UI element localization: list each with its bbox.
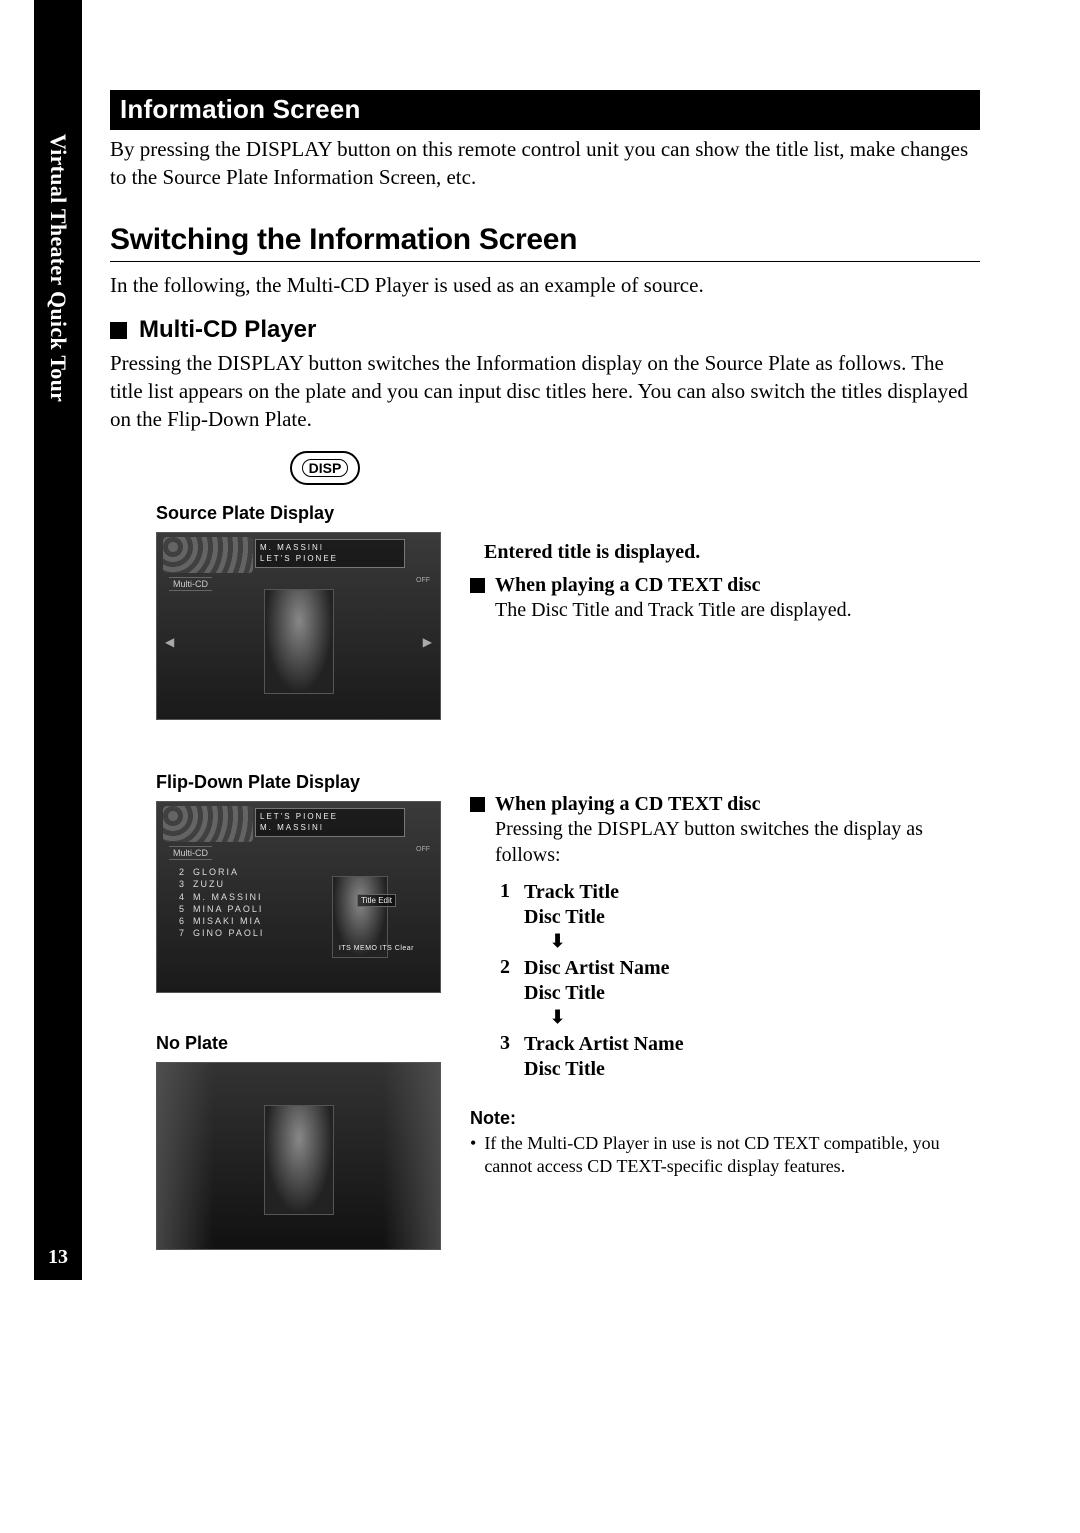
osd-line: M. MASSINI bbox=[260, 823, 400, 833]
banner-heading: Information Screen bbox=[110, 90, 980, 130]
entered-title-label: Entered title is displayed. bbox=[484, 541, 980, 564]
page-number: 13 bbox=[34, 1236, 82, 1278]
section-rule bbox=[110, 261, 980, 262]
sequence-item: 1Track TitleDisc Title bbox=[494, 880, 980, 930]
disp-label: DISP bbox=[302, 459, 349, 477]
sub-paragraph: Pressing the DISPLAY button switches the… bbox=[110, 350, 980, 433]
left-arrow-icon: ◀ bbox=[165, 635, 174, 649]
cd-text-block: When playing a CD TEXT disc The Disc Tit… bbox=[470, 574, 980, 623]
osd-line: M. MASSINI bbox=[260, 543, 400, 553]
osd-source-label: Multi-CD bbox=[169, 577, 212, 591]
list-item: 3ZUZU bbox=[179, 878, 264, 890]
right-column: Entered title is displayed. When playing… bbox=[470, 503, 980, 1250]
note-heading: Note: bbox=[470, 1108, 980, 1129]
left-column: Source Plate Display M. MASSINI LET'S PI… bbox=[110, 503, 420, 1250]
osd-artwork bbox=[264, 1105, 334, 1215]
bullet-icon: • bbox=[470, 1132, 476, 1178]
down-arrow-icon: ⬇ bbox=[550, 1008, 980, 1028]
list-item: 5MINA PAOLI bbox=[179, 903, 264, 915]
osd-title-box: LET'S PIONEE M. MASSINI bbox=[255, 808, 405, 837]
caption-flip: Flip-Down Plate Display bbox=[156, 772, 420, 793]
disp-button-icon: DISP bbox=[290, 451, 360, 485]
cd-text-block-2: When playing a CD TEXT disc Pressing the… bbox=[470, 793, 980, 868]
osd-artwork bbox=[264, 589, 334, 694]
screenshot-source-plate: M. MASSINI LET'S PIONEE Multi-CD OFF ◀ ▶ bbox=[156, 532, 441, 720]
side-tab: Virtual Theater Quick Tour bbox=[34, 0, 82, 1280]
square-bullet-icon bbox=[470, 578, 485, 593]
note-body: If the Multi-CD Player in use is not CD … bbox=[484, 1132, 980, 1178]
subheading: Multi-CD Player bbox=[139, 316, 316, 344]
cd-text-heading: When playing a CD TEXT disc bbox=[495, 574, 852, 597]
osd-title-box: M. MASSINI LET'S PIONEE bbox=[255, 539, 405, 568]
section-paragraph: In the following, the Multi-CD Player is… bbox=[110, 272, 980, 300]
list-item: 4M. MASSINI bbox=[179, 891, 264, 903]
osd-line: LET'S PIONEE bbox=[260, 812, 400, 822]
osd-title-edit-label: Title Edit bbox=[357, 894, 396, 907]
cd-stack-icon bbox=[163, 537, 253, 573]
screenshot-no-plate bbox=[156, 1062, 441, 1250]
cd-stack-icon bbox=[163, 806, 253, 842]
section-title: Switching the Information Screen bbox=[110, 223, 980, 257]
caption-no-plate: No Plate bbox=[156, 1033, 420, 1054]
cd-text-body-2: Pressing the DISPLAY button switches the… bbox=[495, 816, 980, 868]
sequence-item: 3Track Artist NameDisc Title bbox=[494, 1032, 980, 1082]
right-arrow-icon: ▶ bbox=[423, 635, 432, 649]
list-item: 2GLORIA bbox=[179, 866, 264, 878]
note-row: • If the Multi-CD Player in use is not C… bbox=[470, 1132, 980, 1178]
osd-off-label: OFF bbox=[416, 577, 430, 584]
square-bullet-icon bbox=[110, 322, 127, 339]
subheading-row: Multi-CD Player bbox=[110, 316, 980, 344]
page-content: Information Screen By pressing the DISPL… bbox=[110, 90, 980, 1250]
list-item: 7GINO PAOLI bbox=[179, 927, 264, 939]
sequence-item: 2Disc Artist NameDisc Title bbox=[494, 956, 980, 1006]
osd-off-label: OFF bbox=[416, 846, 430, 853]
cd-text-heading-2: When playing a CD TEXT disc bbox=[495, 793, 980, 816]
osd-its-label: ITS MEMO ITS Clear bbox=[339, 945, 414, 952]
screenshot-flip-down-plate: LET'S PIONEE M. MASSINI Multi-CD OFF 2GL… bbox=[156, 801, 441, 993]
osd-track-list: 2GLORIA3ZUZU4M. MASSINI5MINA PAOLI6MISAK… bbox=[179, 866, 264, 939]
intro-paragraph: By pressing the DISPLAY button on this r… bbox=[110, 136, 980, 191]
down-arrow-icon: ⬇ bbox=[550, 932, 980, 952]
two-column-area: Source Plate Display M. MASSINI LET'S PI… bbox=[110, 503, 980, 1250]
display-sequence-list: 1Track TitleDisc Title⬇2Disc Artist Name… bbox=[494, 880, 980, 1082]
square-bullet-icon bbox=[470, 797, 485, 812]
list-item: 6MISAKI MIA bbox=[179, 915, 264, 927]
side-tab-label: Virtual Theater Quick Tour bbox=[45, 134, 71, 402]
cd-text-body: The Disc Title and Track Title are displ… bbox=[495, 597, 852, 623]
caption-source: Source Plate Display bbox=[156, 503, 420, 524]
osd-source-label: Multi-CD bbox=[169, 846, 212, 860]
osd-line: LET'S PIONEE bbox=[260, 554, 400, 564]
